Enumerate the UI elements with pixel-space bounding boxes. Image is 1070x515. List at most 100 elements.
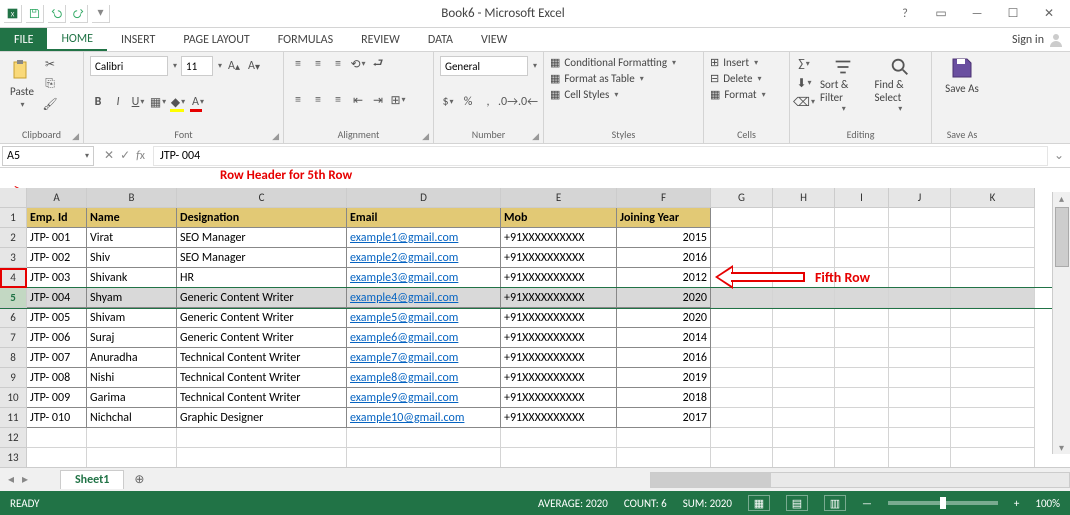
cell[interactable] (889, 288, 951, 308)
table-row[interactable]: 8JTP- 007AnuradhaTechnical Content Write… (0, 348, 1070, 368)
save-icon[interactable] (26, 5, 44, 23)
sheet-tab-1[interactable]: Sheet1 (60, 470, 124, 489)
find-select[interactable]: Find & Select▾ (875, 56, 926, 114)
close-icon[interactable]: ✕ (1036, 4, 1062, 24)
insert-cells[interactable]: ⊞Insert▾ (710, 56, 783, 69)
cell[interactable]: example7@gmail.com (347, 348, 501, 368)
cell[interactable]: Nichchal (87, 408, 177, 428)
cell[interactable]: 2016 (617, 348, 711, 368)
cell[interactable]: Graphic Designer (177, 408, 347, 428)
cell[interactable]: Suraj (87, 328, 177, 348)
number-format-select[interactable]: General (440, 56, 528, 76)
cell[interactable]: Technical Content Writer (177, 348, 347, 368)
cell[interactable] (773, 388, 835, 408)
cell[interactable] (347, 448, 501, 468)
font-color-icon[interactable]: A▾ (190, 94, 206, 110)
conditional-formatting[interactable]: ▦Conditional Formatting▾ (550, 56, 697, 69)
cell[interactable] (711, 228, 773, 248)
row-header[interactable]: 10 (0, 388, 27, 408)
cell[interactable] (889, 368, 951, 388)
cell[interactable] (835, 268, 889, 288)
ribbon-display-icon[interactable]: ▭ (928, 4, 954, 24)
align-top-icon[interactable]: ≡ (290, 56, 306, 72)
border-icon[interactable]: ▦▾ (150, 94, 166, 110)
cell[interactable]: Generic Content Writer (177, 328, 347, 348)
bold-icon[interactable]: B (90, 94, 106, 110)
row-header[interactable]: 4 (0, 268, 27, 288)
cell[interactable]: +91XXXXXXXXXX (501, 348, 617, 368)
italic-icon[interactable]: I (110, 94, 126, 110)
minimize-icon[interactable]: — (964, 4, 990, 24)
cell[interactable] (773, 368, 835, 388)
cell[interactable]: example9@gmail.com (347, 388, 501, 408)
cell[interactable] (711, 248, 773, 268)
format-as-table[interactable]: ▦Format as Table▾ (550, 72, 697, 85)
cell[interactable] (27, 428, 87, 448)
delete-cells[interactable]: ⊟Delete▾ (710, 72, 783, 85)
cell[interactable]: JTP- 008 (27, 368, 87, 388)
cell[interactable]: JTP- 007 (27, 348, 87, 368)
cell[interactable] (711, 368, 773, 388)
table-row[interactable]: 6JTP- 005ShivamGeneric Content Writerexa… (0, 308, 1070, 328)
cell[interactable] (711, 428, 773, 448)
cell[interactable] (835, 208, 889, 228)
merge-icon[interactable]: ⊞▾ (390, 92, 406, 108)
cell[interactable]: Generic Content Writer (177, 288, 347, 308)
cell[interactable] (835, 408, 889, 428)
cell[interactable]: JTP- 002 (27, 248, 87, 268)
cell[interactable]: JTP- 010 (27, 408, 87, 428)
cell[interactable] (835, 428, 889, 448)
cell[interactable] (773, 308, 835, 328)
col-header-A[interactable]: A (27, 188, 87, 208)
cell[interactable]: JTP- 003 (27, 268, 87, 288)
decrease-font-icon[interactable]: A▾ (246, 58, 262, 74)
cell-styles[interactable]: ▦Cell Styles▾ (550, 88, 697, 101)
cell[interactable]: 2015 (617, 228, 711, 248)
table-row[interactable]: 9JTP- 008NishiTechnical Content Writerex… (0, 368, 1070, 388)
table-row[interactable]: 3JTP- 002ShivSEO Managerexample2@gmail.c… (0, 248, 1070, 268)
cell[interactable] (87, 448, 177, 468)
cell[interactable]: Shyam (87, 288, 177, 308)
page-break-view-icon[interactable]: ▥ (824, 495, 846, 511)
cell[interactable] (773, 428, 835, 448)
cell[interactable]: Virat (87, 228, 177, 248)
enter-icon[interactable]: ✓ (120, 148, 130, 163)
dialog-launcher-icon[interactable]: ◢ (422, 131, 429, 142)
cell[interactable]: Anuradha (87, 348, 177, 368)
cell[interactable] (951, 268, 1035, 288)
name-box[interactable]: A5▾ (2, 146, 94, 166)
row-header[interactable]: 2 (0, 228, 27, 248)
cell[interactable] (617, 448, 711, 468)
cell[interactable] (773, 268, 835, 288)
tab-file[interactable]: FILE (0, 28, 47, 51)
cell[interactable] (773, 348, 835, 368)
cell[interactable] (711, 208, 773, 228)
col-header-G[interactable]: G (711, 188, 773, 208)
cell[interactable] (889, 448, 951, 468)
zoom-level[interactable]: 100% (1035, 497, 1060, 510)
col-header-H[interactable]: H (773, 188, 835, 208)
cell[interactable]: 2017 (617, 408, 711, 428)
font-size-select[interactable]: 11 (181, 56, 213, 76)
cell[interactable]: 2020 (617, 308, 711, 328)
cell[interactable]: JTP- 001 (27, 228, 87, 248)
fill-color-icon[interactable]: ◆▾ (170, 94, 186, 110)
percent-icon[interactable]: % (460, 94, 476, 110)
cell[interactable]: +91XXXXXXXXXX (501, 248, 617, 268)
tab-data[interactable]: DATA (414, 28, 467, 51)
cell[interactable]: JTP- 005 (27, 308, 87, 328)
cell[interactable]: +91XXXXXXXXXX (501, 328, 617, 348)
row-header[interactable]: 6 (0, 308, 27, 328)
cell[interactable]: Shivank (87, 268, 177, 288)
autosum-icon[interactable]: ∑▾ (796, 56, 812, 72)
align-left-icon[interactable]: ≡ (290, 92, 306, 108)
cell[interactable] (889, 408, 951, 428)
align-center-icon[interactable]: ≡ (310, 92, 326, 108)
cell[interactable]: 2014 (617, 328, 711, 348)
paste-button[interactable]: Paste▾ (6, 59, 38, 110)
table-row[interactable]: 5JTP- 004ShyamGeneric Content Writerexam… (0, 288, 1070, 308)
copy-icon[interactable]: ⎘ (42, 76, 58, 92)
cell[interactable]: example6@gmail.com (347, 328, 501, 348)
select-all-corner[interactable] (0, 188, 27, 208)
cell[interactable] (889, 228, 951, 248)
